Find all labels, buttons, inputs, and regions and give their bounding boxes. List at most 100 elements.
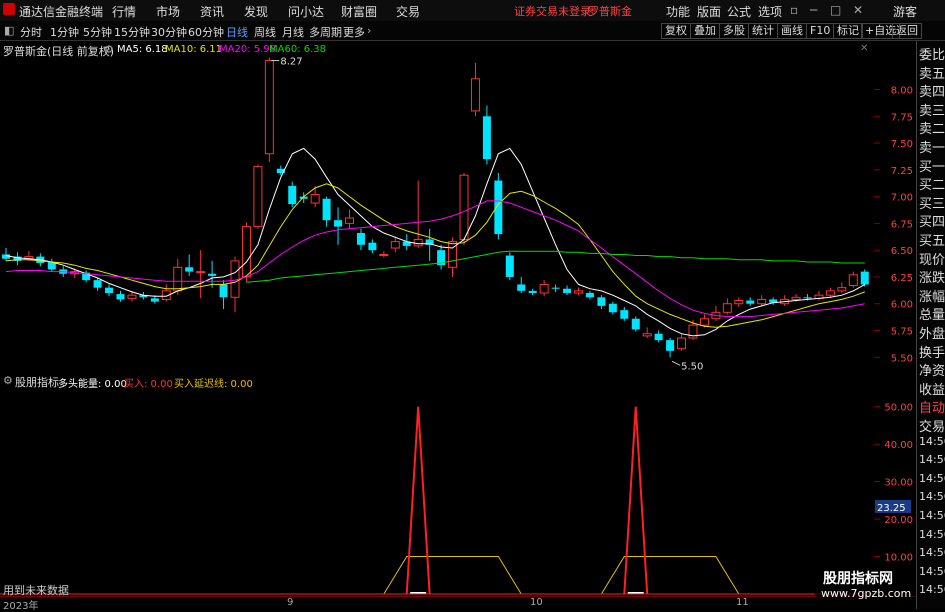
side-item: 14:56 — [919, 453, 945, 467]
side-item: 卖三 — [919, 103, 945, 119]
buy-delay-line — [600, 556, 740, 595]
metric-buy: 买入: 0.00 — [124, 379, 173, 390]
current-value-label: 23.25 — [877, 503, 906, 514]
price-tick-label: 7.75 — [891, 112, 913, 123]
ma-line-ma60 — [246, 250, 865, 283]
side-item: 14:56 — [919, 583, 945, 597]
candle-body — [379, 253, 389, 256]
candle-body — [608, 303, 617, 313]
candle-body — [631, 318, 640, 330]
side-item: 买五 — [919, 234, 945, 249]
metric-buy-delay: 买入延迟线: 0.00 — [174, 379, 253, 390]
metric-bull-energy: 多头能量: 0.00 — [58, 379, 127, 390]
watermark-line2: www.7gpzb.com — [821, 587, 912, 600]
candle-body — [334, 220, 343, 227]
date-label-year: 2023年 — [3, 601, 39, 612]
kline-chart[interactable]: 8.00 7.75 7.50 7.25 7.00 6.75 6.50 6.25 6.00 5.75… — [0, 0, 916, 609]
ma10-label: MA10: 6.11 — [165, 44, 223, 55]
date-label-nov: 11 — [736, 597, 749, 608]
price-tick-label: 6.50 — [891, 246, 913, 257]
candle-body — [368, 242, 377, 251]
candle-body — [482, 116, 491, 160]
candle-body — [585, 293, 594, 298]
ma20-label: MA20: 5.98 — [219, 44, 277, 55]
ma5-label: MA5: 6.18 — [117, 44, 168, 55]
candle-body — [746, 300, 755, 304]
side-item: 委比 — [919, 48, 945, 63]
indicator-tick-label: 50.00 — [884, 403, 913, 414]
side-item: 卖一 — [919, 141, 945, 156]
side-item: 收益 — [919, 382, 945, 398]
side-item: 14:56 — [919, 434, 945, 448]
side-item: 换手 — [919, 345, 945, 361]
side-item: 外盘 — [919, 327, 945, 342]
side-item: 卖二 — [919, 122, 945, 138]
candle-body — [734, 300, 744, 305]
candle-body — [264, 60, 274, 155]
candle-body — [2, 254, 10, 259]
candle-body — [517, 284, 526, 291]
candle-body — [757, 298, 767, 305]
indicator-gear-icon[interactable]: ⚙ — [3, 374, 13, 387]
panel-close-icon[interactable]: ✕ — [860, 43, 868, 54]
candle-body — [574, 290, 583, 294]
side-item: 现价 — [919, 252, 945, 268]
indicator-tick-label: 40.00 — [884, 440, 913, 451]
price-tick-label: 5.75 — [891, 327, 913, 338]
side-item: 买四 — [919, 215, 945, 231]
high-price-label: 8.27 — [280, 57, 302, 68]
indicator-tick-label: 10.00 — [884, 553, 913, 564]
quote-side-panel: 委比 卖五 卖四 卖三 卖二 卖一 买一 买二 买三 买四 买五 现价 涨跌 涨幅 总量 外盘 换手 净资 收益 自动… — [916, 41, 945, 609]
price-tick-label: 6.25 — [891, 273, 913, 284]
side-item: 交易 — [919, 420, 945, 435]
candle-body — [219, 284, 228, 298]
candle-body — [288, 185, 297, 205]
candle-body — [322, 198, 331, 221]
candle-body — [196, 271, 206, 274]
price-tick-label: 7.00 — [891, 193, 913, 204]
side-item: 净资 — [919, 364, 945, 380]
candle-body — [837, 287, 847, 292]
price-tick-label: 6.00 — [891, 300, 913, 311]
candle-body — [791, 296, 801, 300]
side-item: 买一 — [919, 159, 945, 175]
candle-body — [528, 290, 537, 294]
candle-body — [208, 273, 217, 276]
candle-body — [597, 297, 606, 306]
ma60-label: MA60: 6.38 — [269, 44, 327, 55]
candle-body — [185, 267, 194, 272]
candle-body — [116, 294, 125, 300]
candle-body — [505, 255, 514, 277]
watermark-logo: 股朋指标网 www.7gpzb.com — [815, 566, 915, 604]
candle-body — [105, 287, 114, 294]
ma-line-ma5 — [5, 147, 866, 337]
candle-body — [654, 333, 663, 341]
candle-body — [666, 340, 675, 351]
candle-body — [539, 283, 549, 294]
side-item: 14:56 — [919, 546, 945, 560]
indicator-title: 股朋指标 — [15, 376, 59, 389]
candle-body — [803, 297, 812, 299]
side-item: 14:56 — [919, 564, 945, 578]
side-item: 14:56 — [919, 490, 945, 504]
price-tick-label: 7.25 — [891, 166, 913, 177]
side-item: 自动 — [919, 401, 945, 417]
ma-line-ma20 — [5, 200, 865, 318]
settings-gear-icon[interactable]: ⚙ — [104, 43, 114, 56]
buy-signal-spike — [405, 406, 431, 595]
candle-body — [173, 266, 183, 292]
candle-body — [390, 241, 400, 249]
side-item: 买三 — [919, 196, 945, 212]
watermark-line1: 股朋指标网 — [823, 571, 893, 587]
indicator-tick-label: 20.00 — [884, 515, 913, 526]
candle-body — [620, 310, 629, 319]
date-label-sep: 9 — [287, 597, 294, 608]
side-item: 涨幅 — [919, 289, 945, 305]
main-chart-title: 罗普斯金(日线 前复权) — [3, 45, 115, 58]
candle-body — [642, 333, 652, 337]
candle-body — [127, 294, 137, 299]
side-item: 14:56 — [919, 527, 945, 541]
buy-signal-spike — [623, 406, 649, 595]
side-item: 14:56 — [919, 471, 945, 485]
buy-delay-line — [383, 556, 522, 595]
